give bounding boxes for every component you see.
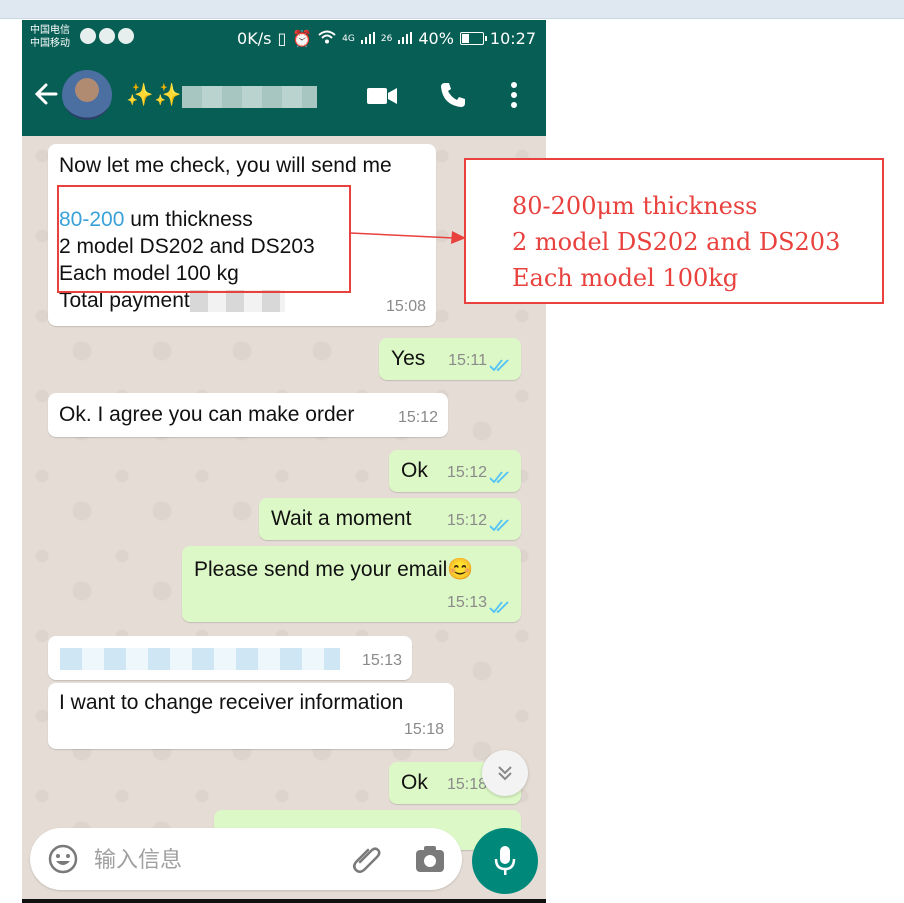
carrier-1: 中国电信 — [30, 25, 70, 36]
more-options-icon[interactable] — [506, 80, 522, 110]
signal-icon-1 — [360, 29, 375, 48]
message-text: Ok. I agree you can make order — [59, 403, 355, 426]
voice-message-button[interactable] — [472, 828, 538, 894]
signal-label-2: 26 — [380, 33, 393, 44]
redacted-message — [60, 648, 340, 670]
annotation-line: 80-200μm thickness — [512, 192, 758, 220]
navigation-strip — [22, 899, 546, 903]
phone-screen: 中国电信 中国移动 0K/s ▯ ⏰ 4G 26 40% 10:27 ✨✨ No… — [22, 20, 546, 903]
battery-percent: 40% — [418, 29, 454, 48]
message-text: Ok — [401, 459, 428, 482]
voice-call-icon[interactable] — [438, 80, 468, 110]
read-ticks-icon — [489, 359, 509, 372]
camera-icon[interactable] — [414, 844, 446, 874]
message-time: 15:12 — [446, 512, 487, 529]
vibrate-icon: ▯ — [277, 29, 287, 48]
contact-avatar[interactable] — [62, 70, 112, 120]
redacted-contact-name — [182, 86, 317, 108]
message-line: Now let me check, you will send me — [59, 154, 392, 177]
message-time: 15:12 — [397, 409, 438, 426]
scroll-to-bottom-button[interactable] — [482, 750, 528, 796]
wifi-icon — [318, 29, 336, 48]
battery-icon — [459, 32, 487, 45]
message-time: 15:13 — [361, 652, 402, 669]
message-text: Yes — [391, 347, 426, 370]
annotation-arrow — [350, 231, 466, 244]
signal-label-1: 4G — [342, 33, 355, 44]
window-top-bar — [0, 0, 904, 19]
chat-notification-icon — [99, 28, 115, 44]
whatsapp-notification-icon — [118, 28, 134, 44]
message-time: 15:12 — [446, 464, 487, 481]
message-time: 15:11 — [448, 352, 487, 369]
back-arrow-icon[interactable] — [32, 78, 60, 110]
message-time: 15:18 — [446, 776, 487, 793]
contact-name[interactable]: ✨✨ — [126, 83, 183, 108]
chevron-down-icon — [498, 766, 512, 781]
annotation-line: Each model 100kg — [512, 264, 739, 292]
annotation-box: 80-200μm thickness 2 model DS202 and DS2… — [464, 158, 884, 304]
message-outgoing[interactable]: Wait a moment 15:12 — [259, 498, 521, 540]
message-time: 15:18 — [403, 721, 444, 738]
message-text: Ok — [401, 771, 428, 794]
highlight-box — [57, 185, 351, 293]
message-text: Wait a moment — [271, 507, 412, 530]
notification-icon — [80, 28, 96, 44]
message-input[interactable] — [92, 842, 326, 878]
video-call-icon[interactable] — [366, 84, 398, 108]
message-time: 15:13 — [446, 594, 487, 611]
signal-icon-2 — [398, 29, 413, 48]
status-bar: 中国电信 中国移动 0K/s ▯ ⏰ 4G 26 40% 10:27 — [22, 20, 546, 56]
message-outgoing[interactable]: Yes 15:11 — [379, 338, 521, 380]
alarm-icon: ⏰ — [292, 29, 313, 48]
clock: 10:27 — [489, 29, 536, 48]
redacted-amount — [189, 290, 285, 313]
message-incoming[interactable]: 15:13 — [48, 636, 412, 680]
message-outgoing[interactable]: Ok 15:12 — [389, 450, 521, 492]
read-ticks-icon — [489, 519, 509, 532]
message-incoming[interactable]: I want to change receiver information 15… — [48, 683, 454, 749]
read-ticks-icon — [489, 471, 509, 484]
status-right: 0K/s ▯ ⏰ 4G 26 40% 10:27 — [237, 29, 536, 48]
carrier-2: 中国移动 — [30, 38, 70, 49]
message-outgoing[interactable]: Please send me your email😊 15:13 — [182, 546, 521, 622]
microphone-icon — [494, 846, 516, 875]
emoji-icon[interactable] — [48, 844, 78, 874]
annotation-line: 2 model DS202 and DS203 — [512, 228, 841, 256]
message-text: I want to change receiver information — [59, 691, 404, 714]
notification-icons — [80, 28, 134, 44]
message-composer — [30, 828, 462, 890]
message-incoming[interactable]: Ok. I agree you can make order 15:12 — [48, 393, 448, 437]
chat-header: ✨✨ — [22, 56, 546, 136]
net-speed: 0K/s — [237, 29, 272, 48]
message-time: 15:08 — [385, 298, 426, 315]
attach-icon[interactable] — [350, 842, 384, 876]
message-text: Please send me your email😊 — [194, 558, 474, 581]
carrier-labels: 中国电信 中国移动 — [30, 24, 70, 50]
read-ticks-icon — [489, 601, 509, 614]
